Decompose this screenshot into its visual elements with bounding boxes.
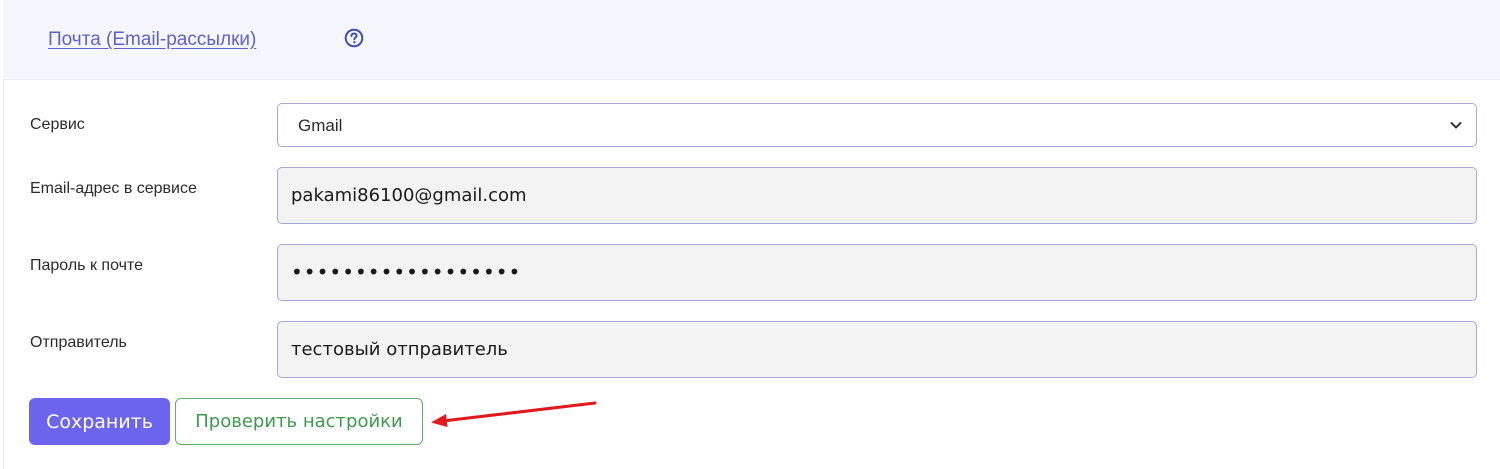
email-input[interactable]: pakami86100@gmail.com — [277, 167, 1477, 224]
sender-label: Отправитель — [30, 334, 127, 351]
service-select[interactable]: Gmail — [277, 103, 1477, 147]
service-label: Сервис — [30, 116, 85, 133]
save-button[interactable]: Сохранить — [29, 398, 170, 445]
password-input[interactable]: •••••••••••••••••• — [277, 244, 1477, 301]
sender-input[interactable]: тестовый отправитель — [277, 321, 1477, 378]
question-circle-icon[interactable] — [344, 28, 364, 48]
password-label: Пароль к почте — [30, 257, 143, 274]
email-label: Email-адрес в сервисе — [30, 180, 197, 197]
email-mailing-link[interactable]: Почта (Email-рассылки) — [48, 29, 256, 51]
check-settings-button[interactable]: Проверить настройки — [175, 398, 423, 445]
section-header: Почта (Email-рассылки) — [3, 0, 1500, 80]
service-select-value: Gmail — [298, 116, 343, 135]
chevron-down-icon — [1450, 122, 1462, 129]
annotation-arrow-icon — [431, 401, 597, 427]
